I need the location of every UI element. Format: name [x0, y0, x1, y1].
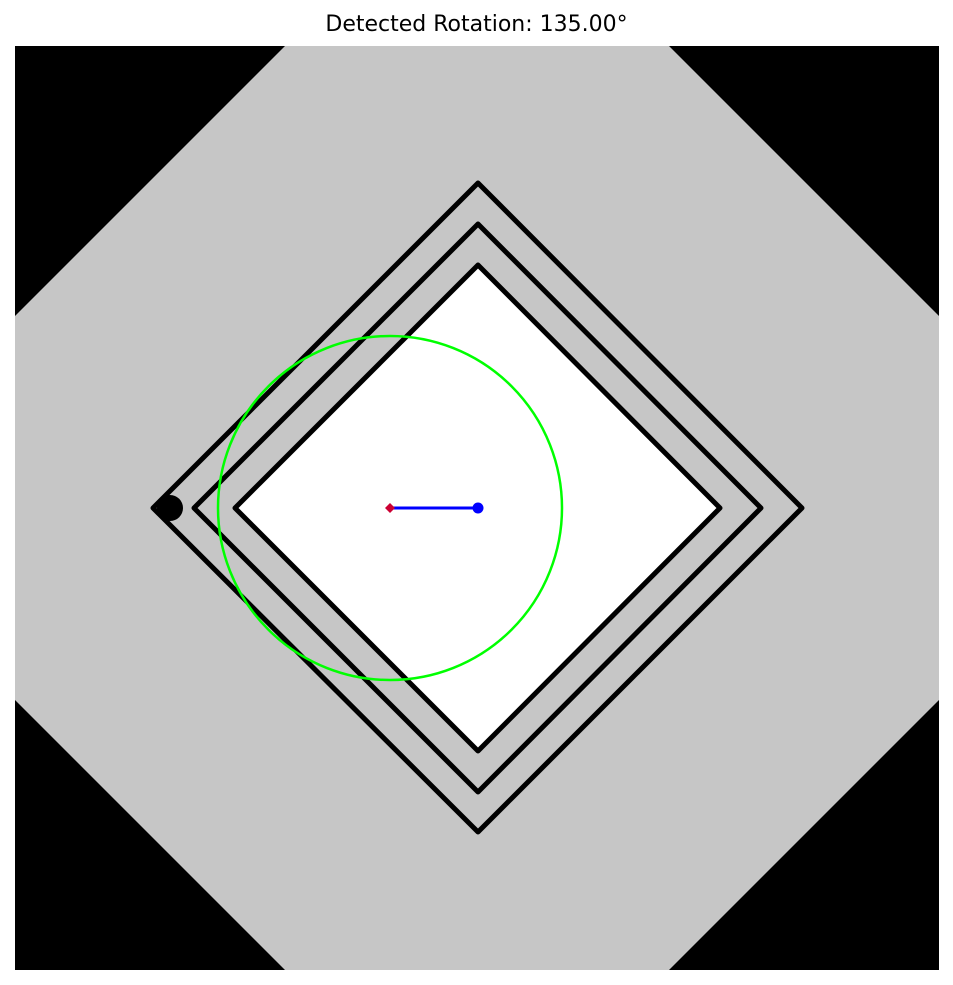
vector-tip-point	[472, 502, 484, 514]
figure-title: Detected Rotation: 135.00°	[325, 12, 628, 37]
orientation-marker	[157, 495, 183, 521]
rotation-canvas	[15, 46, 939, 970]
rotation-plot	[15, 46, 939, 970]
